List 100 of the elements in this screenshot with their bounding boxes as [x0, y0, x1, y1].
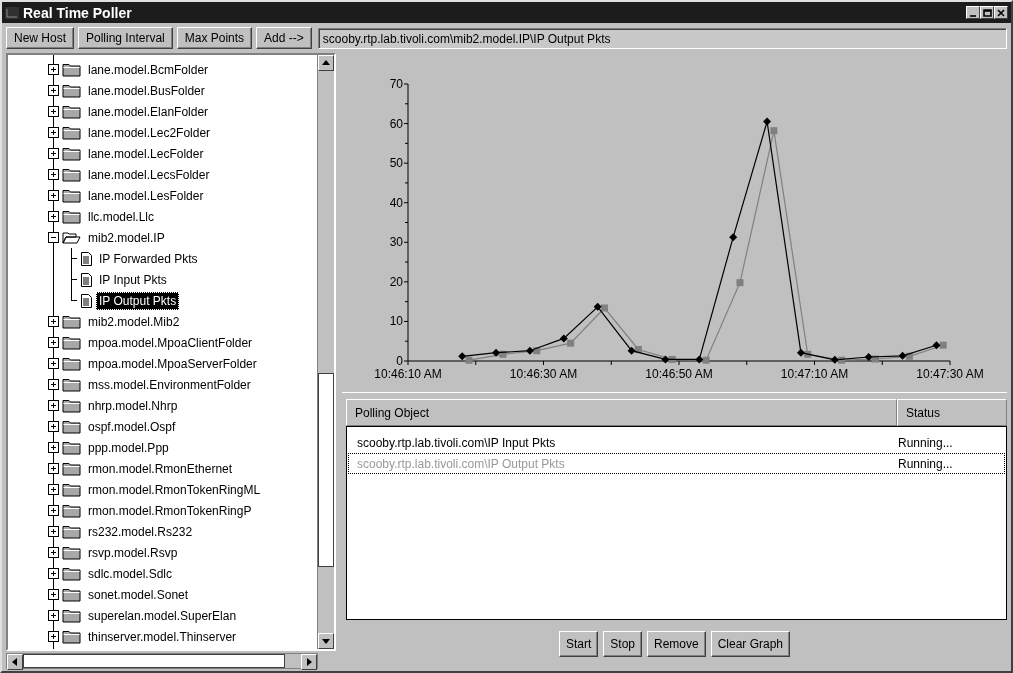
tree-item[interactable]: superelan.model.SuperElan [85, 606, 240, 625]
tick-label: 10:47:30 AM [916, 367, 984, 381]
tree-item[interactable]: sdlc.model.Sdlc [85, 564, 176, 583]
expand-icon[interactable] [48, 64, 59, 75]
tree-item[interactable]: lane.model.LecsFolder [85, 165, 213, 184]
expand-icon[interactable] [48, 526, 59, 537]
expand-icon[interactable] [48, 316, 59, 327]
tree-item[interactable]: lane.model.LecFolder [85, 144, 207, 163]
action-button[interactable]: Remove [647, 631, 706, 657]
expand-icon[interactable] [48, 190, 59, 201]
scroll-thumb[interactable] [23, 654, 285, 668]
column-header[interactable]: Polling Object [346, 399, 897, 426]
expand-icon[interactable] [48, 421, 59, 432]
data-point [627, 346, 636, 355]
toolbar-button[interactable]: Max Points [176, 27, 253, 49]
expand-icon[interactable] [48, 547, 59, 558]
expand-icon[interactable] [48, 148, 59, 159]
tree-item[interactable]: nhrp.model.Nhrp [85, 396, 181, 415]
expand-icon[interactable] [48, 463, 59, 474]
expand-icon[interactable] [48, 85, 59, 96]
tree-item[interactable]: sonet.model.Sonet [85, 585, 192, 604]
table-row[interactable]: scooby.rtp.lab.tivoli.com\IP Output Pkts Running... [348, 453, 1005, 474]
action-button[interactable]: Start [558, 631, 599, 657]
folder-icon [62, 146, 81, 161]
data-point [763, 117, 772, 126]
tick-label: 30 [389, 235, 403, 250]
tree-item[interactable]: thinserver.model.Thinserver [85, 627, 240, 646]
expand-icon[interactable] [48, 631, 59, 642]
tree-item[interactable]: ppp.model.Ppp [85, 438, 172, 457]
folder-icon [62, 398, 81, 413]
expand-icon[interactable] [48, 484, 59, 495]
expand-icon[interactable] [48, 400, 59, 411]
tick-label: 10 [389, 314, 403, 329]
expand-icon[interactable] [48, 169, 59, 180]
column-header[interactable]: Status [897, 399, 1007, 426]
window-icon[interactable] [5, 6, 19, 19]
scroll-left-icon[interactable] [7, 654, 23, 670]
action-button[interactable]: Stop [603, 631, 642, 657]
tick-label: 70 [389, 77, 403, 91]
tick-label: 40 [389, 195, 403, 210]
data-point [736, 279, 744, 287]
toolbar-button[interactable]: Polling Interval [78, 27, 173, 49]
tree-item[interactable]: lane.model.Lec2Folder [85, 123, 214, 142]
tick-label: 50 [389, 156, 403, 171]
tree-item[interactable]: rmon.model.RmonEthernet [85, 459, 236, 478]
expand-icon[interactable] [48, 589, 59, 600]
toolbar-button[interactable]: New Host [6, 27, 74, 49]
toolbar-button[interactable]: Add --> [256, 27, 312, 49]
tree-item[interactable]: lane.model.ElanFolder [85, 102, 212, 121]
expand-icon[interactable] [48, 127, 59, 138]
tree-item[interactable]: lane.model.LesFolder [85, 186, 207, 205]
expand-icon[interactable] [48, 358, 59, 369]
expand-icon[interactable] [48, 610, 59, 621]
minimize-icon[interactable] [966, 6, 980, 19]
tree-item[interactable]: llc.model.Llc [85, 207, 158, 226]
scroll-thumb[interactable] [318, 373, 334, 567]
data-point [492, 348, 501, 357]
data-point [932, 341, 941, 350]
close-icon[interactable] [994, 6, 1008, 19]
maximize-icon[interactable] [980, 6, 994, 19]
folder-icon [62, 524, 81, 539]
folder-icon [62, 419, 81, 434]
tree-item[interactable]: rs232.model.Rs232 [85, 522, 196, 541]
folder-icon [62, 125, 81, 140]
tree-item[interactable]: rmon.model.RmonTokenRingP [85, 501, 255, 520]
tree-item[interactable]: ospf.model.Ospf [85, 417, 179, 436]
expand-icon[interactable] [48, 442, 59, 453]
tree-item[interactable]: IP Forwarded Pkts [96, 249, 201, 268]
tree-item[interactable]: mib2.model.Mib2 [85, 312, 183, 331]
folder-icon [62, 167, 81, 182]
folder-icon [62, 608, 81, 623]
scroll-right-icon[interactable] [301, 654, 317, 670]
folder-icon [62, 62, 81, 77]
expand-icon[interactable] [48, 379, 59, 390]
folder-icon [62, 377, 81, 392]
tree-item[interactable]: lane.model.BusFolder [85, 81, 208, 100]
tree-item[interactable]: IP Output Pkts [96, 291, 180, 310]
tree-item[interactable]: lane.model.BcmFolder [85, 60, 212, 79]
table-row[interactable]: scooby.rtp.lab.tivoli.com\IP Input Pkts Running... [348, 432, 1005, 453]
path-field[interactable]: scooby.rtp.lab.tivoli.com\mib2.model.IP\IP Output Pkts [317, 27, 1007, 49]
tree-item[interactable]: mss.model.EnvironmentFolder [85, 375, 254, 394]
scroll-down-icon[interactable] [318, 633, 334, 649]
document-icon [80, 251, 92, 266]
tree-item[interactable]: IP Input Pkts [96, 270, 170, 289]
collapse-icon[interactable] [48, 232, 59, 243]
tree-item[interactable]: rsvp.model.Rsvp [85, 543, 181, 562]
folder-icon [62, 335, 81, 350]
expand-icon[interactable] [48, 337, 59, 348]
scroll-up-icon[interactable] [318, 55, 334, 71]
action-button[interactable]: Clear Graph [710, 631, 791, 657]
expand-icon[interactable] [48, 106, 59, 117]
expand-icon[interactable] [48, 211, 59, 222]
data-point [458, 352, 467, 361]
tick-label: 10:46:50 AM [645, 367, 713, 381]
tree-item[interactable]: mpoa.model.MpoaServerFolder [85, 354, 260, 373]
tree-item[interactable]: rmon.model.RmonTokenRingML [85, 480, 264, 499]
tree-item[interactable]: mib2.model.IP [85, 228, 168, 247]
expand-icon[interactable] [48, 568, 59, 579]
expand-icon[interactable] [48, 505, 59, 516]
tree-item[interactable]: mpoa.model.MpoaClientFolder [85, 333, 256, 352]
